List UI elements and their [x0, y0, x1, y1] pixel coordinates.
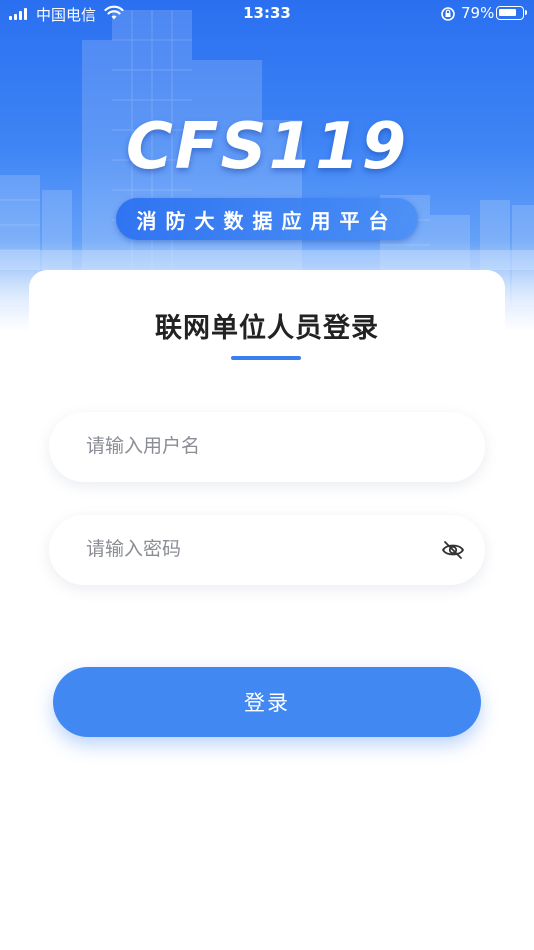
rotation-lock-icon [441, 7, 455, 21]
eye-off-icon[interactable] [441, 539, 465, 561]
status-bar: 中国电信 13:33 79% [0, 0, 534, 28]
title-underline [231, 356, 301, 360]
login-card: 联网单位人员登录 登录 [29, 270, 505, 950]
login-title: 联网单位人员登录 [155, 313, 379, 344]
password-field-container [49, 515, 485, 585]
username-field-container [49, 412, 485, 482]
battery-icon [496, 6, 527, 20]
battery-fill [499, 9, 516, 16]
login-button[interactable]: 登录 [53, 667, 481, 737]
app-subtitle: 消防大数据应用平台 [116, 198, 418, 240]
battery-percent: 79% [461, 4, 495, 22]
app-title: CFS119 [125, 110, 409, 184]
password-input[interactable] [49, 539, 485, 561]
username-input[interactable] [49, 436, 485, 458]
